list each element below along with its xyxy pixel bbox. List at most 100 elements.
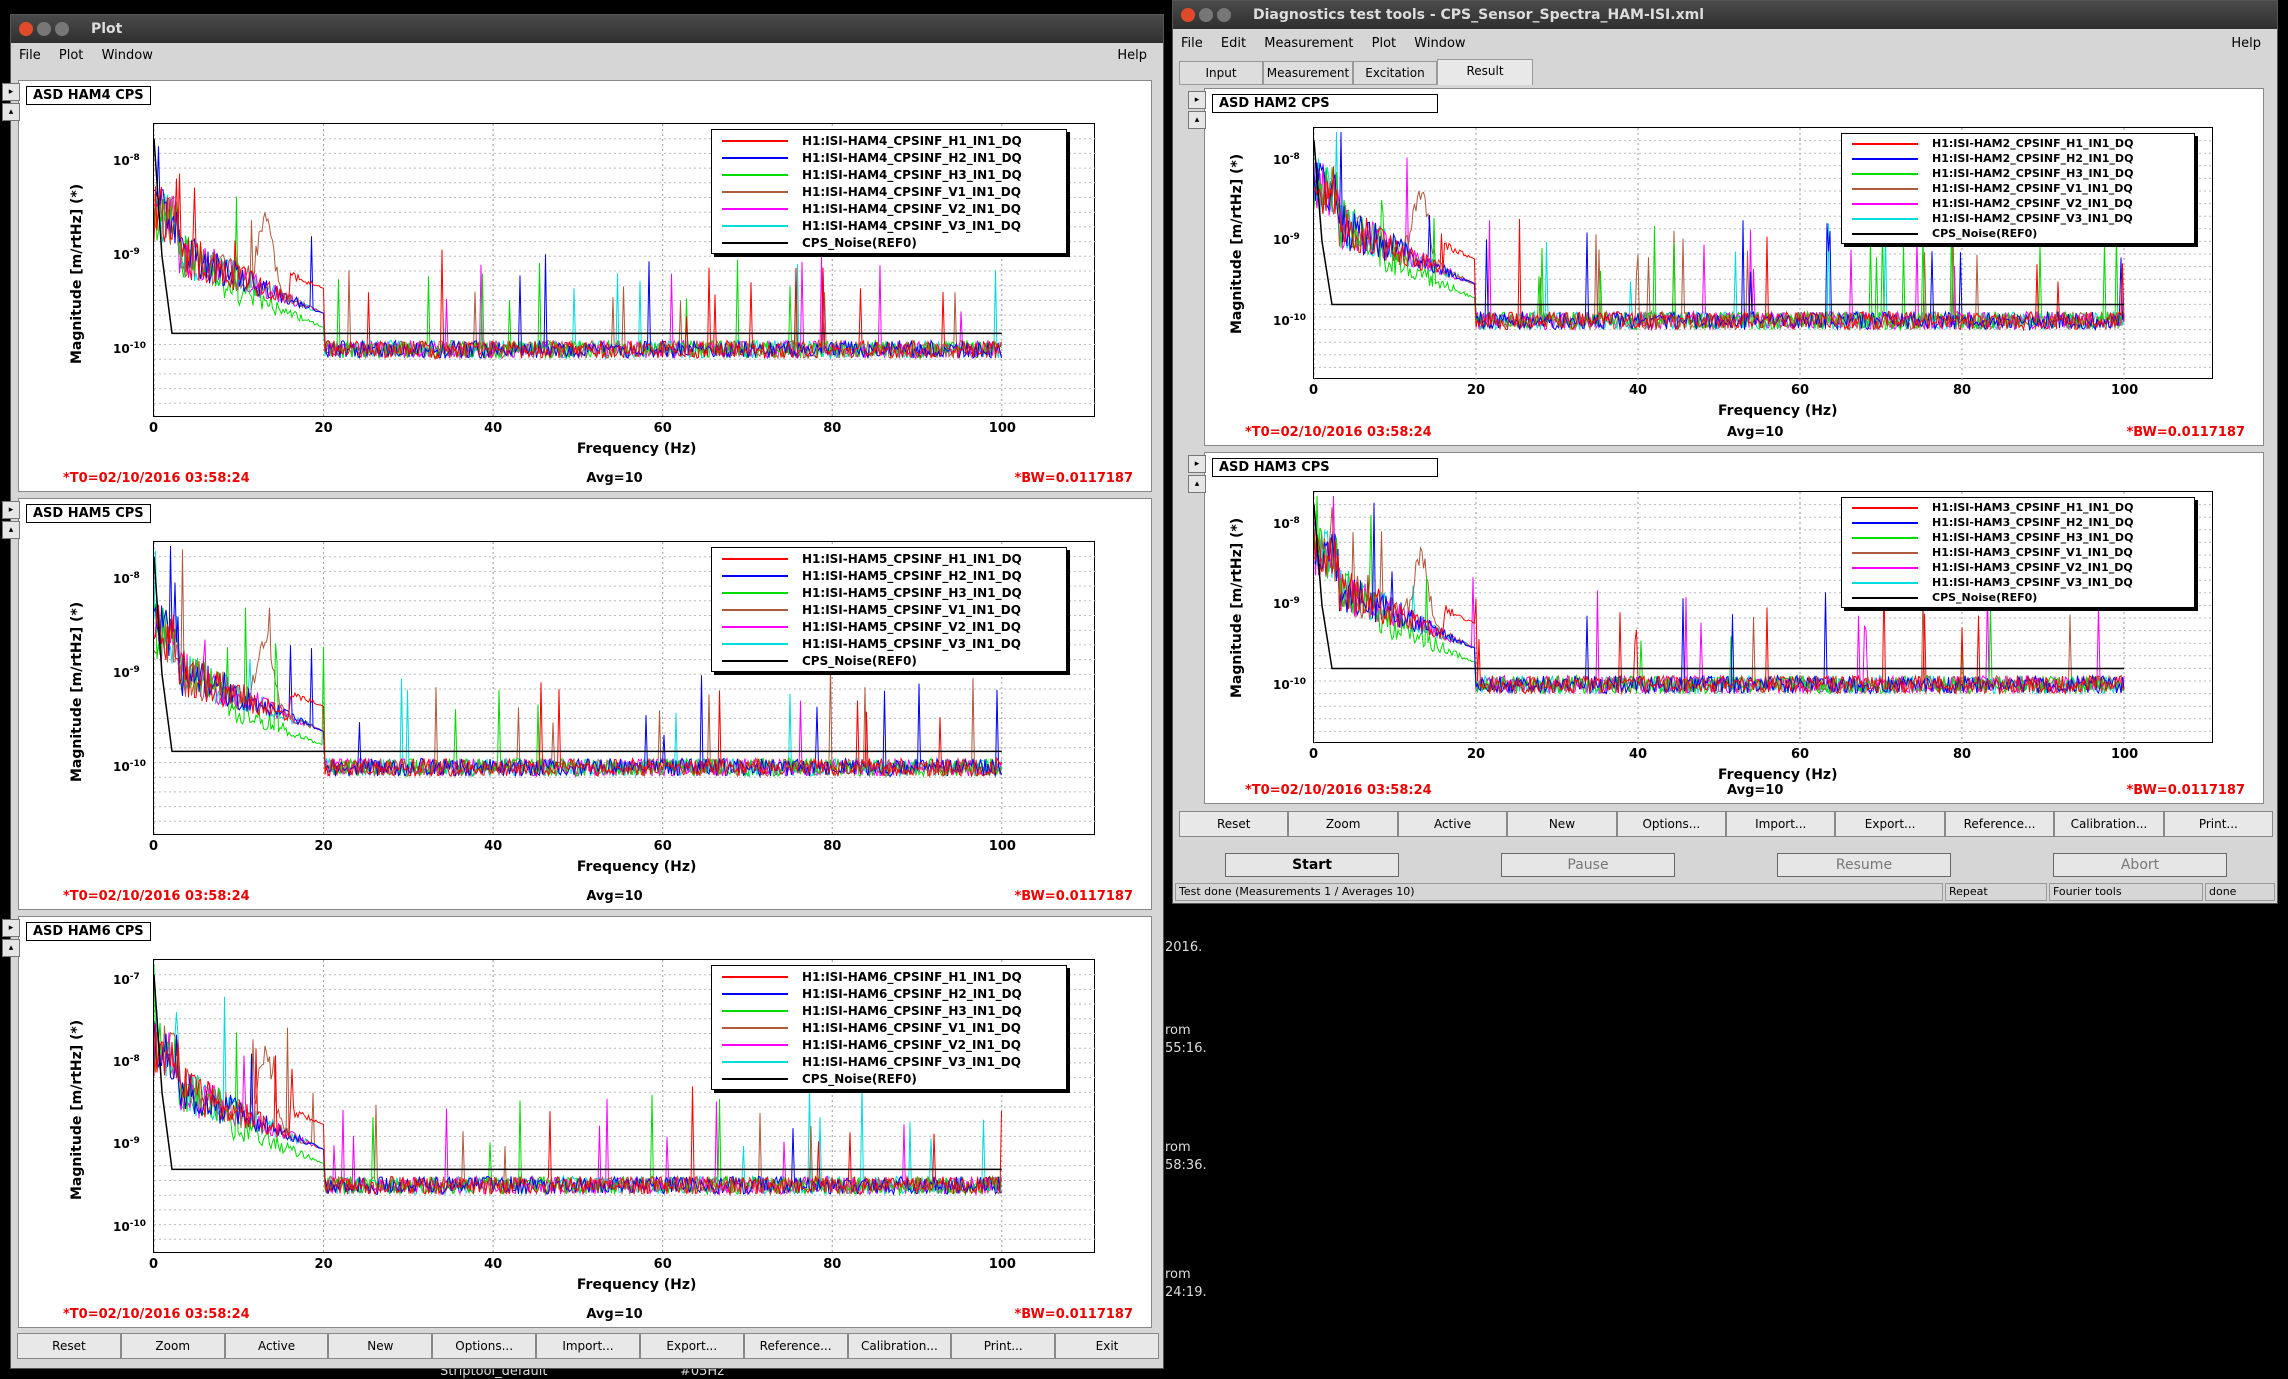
tab-input[interactable]: Input [1179, 61, 1263, 85]
asd-plot-panel[interactable]: ▸ ▴ ASD HAM5 CPS 0 20 40 60 80 100 10-8 10-9 10-10 M… [2, 498, 1152, 910]
legend[interactable]: H1:ISI-HAM4_CPSINF_H1_IN1_DQ H1:ISI-HAM4_… [711, 129, 1067, 254]
panel-collapse-icon[interactable]: ▴ [2, 939, 20, 957]
menu-help[interactable]: Help [2231, 31, 2261, 57]
tab-result[interactable]: Result [1437, 59, 1533, 85]
legend-swatch [722, 139, 788, 142]
new-button[interactable]: New [1507, 811, 1617, 837]
bw-label: *BW=0.0117187 [1014, 889, 1133, 904]
menu-measurement[interactable]: Measurement [1264, 36, 1353, 51]
legend-entry: CPS_Noise(REF0) [712, 234, 1066, 251]
menu-file[interactable]: File [19, 48, 41, 63]
legend[interactable]: H1:ISI-HAM3_CPSINF_H1_IN1_DQ H1:ISI-HAM3_… [1841, 497, 2195, 608]
close-icon[interactable] [19, 22, 33, 36]
menu-edit[interactable]: Edit [1221, 36, 1246, 51]
tab-excitation[interactable]: Excitation [1353, 61, 1437, 85]
print-button[interactable]: Print... [2163, 811, 2274, 837]
maximize-icon[interactable] [1217, 8, 1231, 22]
legend-swatch [722, 591, 788, 594]
active-button[interactable]: Active [224, 1333, 329, 1359]
legend-swatch [1852, 142, 1918, 145]
minimize-icon[interactable] [1199, 8, 1213, 22]
menu-file[interactable]: File [1181, 36, 1203, 51]
minimize-icon[interactable] [37, 22, 51, 36]
close-icon[interactable] [1181, 8, 1195, 22]
diag-window-titlebar[interactable]: Diagnostics test tools - CPS_Sensor_Spec… [1173, 1, 2277, 29]
options-button[interactable]: Options... [432, 1333, 537, 1359]
diag-button-bar: Reset Zoom Active New Options... Import.… [1179, 811, 2274, 837]
legend-entry: H1:ISI-HAM4_CPSINF_V1_IN1_DQ [712, 183, 1066, 200]
menu-window[interactable]: Window [1414, 36, 1465, 51]
x-tick-label: 0 [1309, 747, 1319, 762]
panel-expand-icon[interactable]: ▸ [2, 83, 20, 101]
pause-button[interactable]: Pause [1501, 853, 1675, 877]
zoom-button[interactable]: Zoom [120, 1333, 225, 1359]
panel-collapse-icon[interactable]: ▴ [1188, 475, 1206, 493]
plot-window-titlebar[interactable]: Plot [11, 15, 1163, 43]
x-tick-label: 80 [823, 839, 842, 854]
menu-help[interactable]: Help [1117, 43, 1147, 69]
resume-button[interactable]: Resume [1777, 853, 1951, 877]
exit-button[interactable]: Exit [1055, 1333, 1159, 1359]
asd-plot-panel[interactable]: ▸ ▴ ASD HAM6 CPS 0 20 40 60 80 100 10-7 10-8 10-9 10… [2, 916, 1152, 1328]
reset-button[interactable]: Reset [17, 1333, 121, 1359]
active-button[interactable]: Active [1397, 811, 1508, 837]
legend-swatch [722, 992, 788, 995]
reference-button[interactable]: Reference... [743, 1333, 848, 1359]
import-button[interactable]: Import... [1726, 811, 1836, 837]
abort-button[interactable]: Abort [2053, 853, 2227, 877]
legend-label: H1:ISI-HAM2_CPSINF_V1_IN1_DQ [1932, 182, 2133, 195]
zoom-button[interactable]: Zoom [1288, 811, 1398, 837]
import-button[interactable]: Import... [536, 1333, 640, 1359]
status-state: done [2205, 883, 2275, 901]
avg-label: Avg=10 [586, 471, 643, 486]
menu-plot[interactable]: Plot [1372, 36, 1397, 51]
export-button[interactable]: Export... [639, 1333, 744, 1359]
reset-button[interactable]: Reset [1179, 811, 1289, 837]
maximize-icon[interactable] [55, 22, 69, 36]
legend-entry: H1:ISI-HAM3_CPSINF_H1_IN1_DQ [1842, 500, 2194, 515]
start-button[interactable]: Start [1225, 853, 1399, 877]
panel-collapse-icon[interactable]: ▴ [2, 521, 20, 539]
asd-plot-panel[interactable]: ▸ ▴ ASD HAM2 CPS 0 20 40 60 80 100 10-8 10-9 10-10 M… [1188, 88, 2264, 446]
legend-label: H1:ISI-HAM5_CPSINF_V2_IN1_DQ [802, 619, 1021, 634]
export-button[interactable]: Export... [1835, 811, 1945, 837]
panel-expand-icon[interactable]: ▸ [2, 501, 20, 519]
panel-expand-icon[interactable]: ▸ [1188, 455, 1206, 473]
panel-collapse-icon[interactable]: ▴ [1188, 111, 1206, 129]
legend-entry: H1:ISI-HAM4_CPSINF_V3_IN1_DQ [712, 217, 1066, 234]
legend-label: H1:ISI-HAM4_CPSINF_V3_IN1_DQ [802, 218, 1021, 233]
x-axis-label: Frequency (Hz) [1718, 767, 1838, 783]
y-tick-label: 10-9 [113, 665, 140, 681]
legend-label: H1:ISI-HAM6_CPSINF_H3_IN1_DQ [802, 1003, 1022, 1018]
legend[interactable]: H1:ISI-HAM2_CPSINF_H1_IN1_DQ H1:ISI-HAM2_… [1841, 133, 2195, 244]
calibration-button[interactable]: Calibration... [847, 1333, 952, 1359]
legend-label: H1:ISI-HAM6_CPSINF_V2_IN1_DQ [802, 1037, 1021, 1052]
menu-window[interactable]: Window [102, 48, 153, 63]
legend-label: H1:ISI-HAM3_CPSINF_V1_IN1_DQ [1932, 546, 2133, 559]
print-button[interactable]: Print... [951, 1333, 1056, 1359]
status-message: Test done (Measurements 1 / Averages 10) [1175, 883, 1943, 901]
x-tick-label: 40 [484, 839, 503, 854]
legend-label: H1:ISI-HAM3_CPSINF_H2_IN1_DQ [1932, 516, 2134, 529]
menu-plot[interactable]: Plot [59, 48, 84, 63]
legend[interactable]: H1:ISI-HAM5_CPSINF_H1_IN1_DQ H1:ISI-HAM5_… [711, 547, 1067, 672]
legend-swatch [722, 642, 788, 645]
panel-collapse-icon[interactable]: ▴ [2, 103, 20, 121]
legend[interactable]: H1:ISI-HAM6_CPSINF_H1_IN1_DQ H1:ISI-HAM6_… [711, 965, 1067, 1090]
panel-expand-icon[interactable]: ▸ [1188, 91, 1206, 109]
x-tick-label: 20 [314, 1257, 333, 1272]
asd-plot-panel[interactable]: ▸ ▴ ASD HAM3 CPS 0 20 40 60 80 100 10-8 10-9 10-10 M… [1188, 452, 2264, 804]
tab-measurement[interactable]: Measurement [1263, 61, 1353, 85]
legend-swatch [722, 1043, 788, 1046]
avg-label: Avg=10 [1727, 425, 1784, 440]
asd-plot-panel[interactable]: ▸ ▴ ASD HAM4 CPS 0 20 40 60 80 100 10-8 10-9 10-10 M… [2, 80, 1152, 492]
new-button[interactable]: New [328, 1333, 433, 1359]
y-axis-label: Magnitude [m/rtHz] (*) [69, 1019, 85, 1201]
reference-button[interactable]: Reference... [1944, 811, 2055, 837]
calibration-button[interactable]: Calibration... [2054, 811, 2164, 837]
y-axis-label: Magnitude [m/rtHz] (*) [1229, 153, 1245, 334]
options-button[interactable]: Options... [1616, 811, 1727, 837]
legend-swatch [722, 224, 788, 227]
legend-swatch [722, 975, 788, 978]
panel-expand-icon[interactable]: ▸ [2, 919, 20, 937]
